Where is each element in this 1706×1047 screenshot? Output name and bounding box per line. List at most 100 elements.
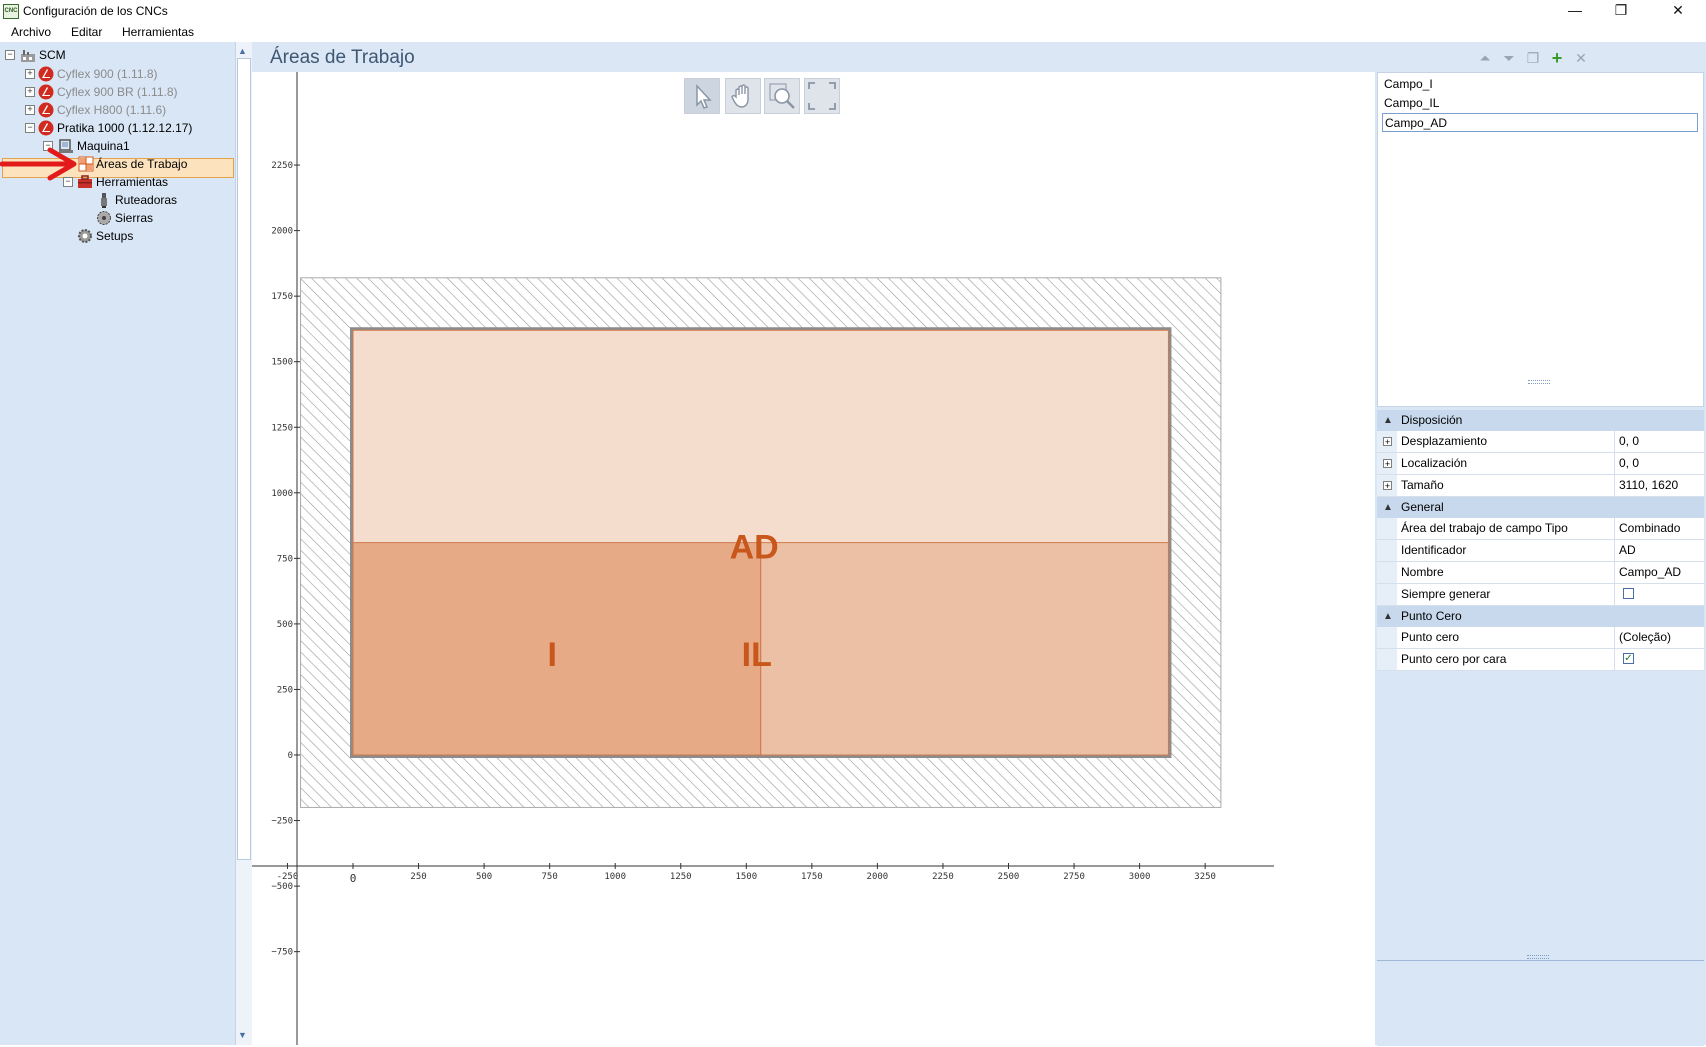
fit-view-button[interactable] bbox=[804, 78, 840, 114]
category-punto-cero[interactable]: ▲ Punto Cero bbox=[1377, 606, 1704, 627]
prop-name: Tamaño bbox=[1397, 475, 1615, 496]
expand-icon[interactable]: + bbox=[1383, 437, 1392, 447]
select-tool-button[interactable] bbox=[684, 78, 720, 114]
menu-archivo[interactable]: Archivo bbox=[11, 25, 51, 39]
expand-icon[interactable]: + bbox=[1383, 481, 1392, 491]
prop-value[interactable]: 0, 0 bbox=[1615, 453, 1706, 474]
page-title: Áreas de Trabajo bbox=[270, 47, 415, 68]
minimize-button[interactable]: — bbox=[1552, 0, 1598, 22]
collapse-arrow-icon[interactable]: ▲ bbox=[1383, 497, 1393, 518]
category-general[interactable]: ▲ General bbox=[1377, 497, 1704, 518]
tree-item-label: Cyflex H800 (1.11.6) bbox=[57, 103, 167, 117]
prop-row-nombre[interactable]: Nombre Campo_AD bbox=[1377, 562, 1704, 584]
scm-logo-icon bbox=[38, 66, 54, 82]
collapse-icon[interactable]: − bbox=[5, 50, 15, 60]
prop-row-tipo[interactable]: Área del trabajo de campo Tipo Combinado bbox=[1377, 518, 1704, 540]
x-tick-label: 2250 bbox=[932, 872, 954, 882]
scroll-down-icon[interactable]: ▼ bbox=[238, 1030, 247, 1040]
tree-panel: − SCM + Cyflex 900 (1.11.8) + Cyflex 900… bbox=[0, 42, 236, 1045]
zoom-tool-button[interactable] bbox=[764, 78, 800, 114]
property-description-area bbox=[1377, 955, 1704, 1046]
list-item-campo-i[interactable]: Campo_I bbox=[1382, 75, 1698, 94]
category-label: Disposición bbox=[1401, 413, 1463, 427]
y-tick-label: 1750 bbox=[271, 292, 293, 302]
prop-value[interactable]: (Coleção) bbox=[1615, 627, 1706, 648]
prop-value[interactable]: Campo_AD bbox=[1615, 562, 1706, 583]
prop-name: Desplazamiento bbox=[1397, 431, 1615, 452]
tree-item-label: Ruteadoras bbox=[115, 193, 178, 207]
y-tick-label: 0 bbox=[288, 751, 293, 761]
app-icon: CNC bbox=[3, 4, 19, 19]
prop-row-punto-cero-por-cara[interactable]: Punto cero por cara ✓ bbox=[1377, 649, 1704, 671]
list-item-campo-ad[interactable]: Campo_AD bbox=[1382, 113, 1698, 132]
tree-item-label: Cyflex 900 (1.11.8) bbox=[57, 67, 158, 81]
x-tick-label: 2500 bbox=[998, 872, 1020, 882]
tree-item-label: Pratika 1000 (1.12.12.17) bbox=[57, 121, 193, 135]
collapse-arrow-icon[interactable]: ▲ bbox=[1383, 606, 1393, 627]
close-button[interactable]: ✕ bbox=[1655, 0, 1701, 22]
saw-blade-icon bbox=[97, 211, 111, 225]
copy-icon[interactable]: ❐ bbox=[1524, 50, 1542, 66]
y-tick-label: −250 bbox=[271, 817, 293, 827]
prop-value[interactable]: AD bbox=[1615, 540, 1706, 561]
tree-item-label: Áreas de Trabajo bbox=[96, 157, 188, 171]
y-tick-label: −750 bbox=[271, 948, 293, 958]
category-label: General bbox=[1401, 500, 1444, 514]
prop-row-identificador[interactable]: Identificador AD bbox=[1377, 540, 1704, 562]
router-bit-icon bbox=[101, 193, 107, 208]
chart-layer: -250 0 250 500 750 1000 1250 1500 1750 2000 2250 25… bbox=[252, 72, 1274, 1045]
x-tick-label: 500 bbox=[476, 872, 492, 882]
prop-row-localizacion[interactable]: + Localización 0, 0 bbox=[1377, 453, 1704, 475]
tree-scrollbar[interactable]: ▲ ▼ bbox=[235, 42, 252, 1045]
tree-item-label: Setups bbox=[96, 229, 134, 243]
siempre-generar-checkbox[interactable] bbox=[1623, 588, 1634, 599]
add-icon[interactable]: + bbox=[1548, 49, 1566, 67]
x-tick-label: 2750 bbox=[1063, 872, 1085, 882]
menu-editar[interactable]: Editar bbox=[71, 25, 102, 39]
list-item-campo-il[interactable]: Campo_IL bbox=[1382, 94, 1698, 113]
prop-row-siempre-generar[interactable]: Siempre generar bbox=[1377, 584, 1704, 606]
collapse-icon[interactable]: − bbox=[25, 123, 35, 133]
y-tick-label: 1500 bbox=[271, 358, 293, 368]
move-up-icon[interactable]: ⏶ bbox=[1476, 50, 1494, 66]
prop-name: Punto cero bbox=[1397, 627, 1615, 648]
category-label: Punto Cero bbox=[1401, 609, 1462, 623]
y-tick-label: 500 bbox=[277, 620, 293, 630]
y-tick-label: 2000 bbox=[271, 227, 293, 237]
prop-value[interactable]: 3110, 1620 bbox=[1615, 475, 1706, 496]
prop-name: Punto cero por cara bbox=[1397, 649, 1615, 670]
field-list[interactable]: Campo_I Campo_IL Campo_AD bbox=[1377, 72, 1704, 407]
fit-icon bbox=[808, 82, 836, 110]
splitter-grip[interactable] bbox=[1527, 955, 1549, 959]
field-label-i: I bbox=[548, 636, 557, 674]
prop-value[interactable]: 0, 0 bbox=[1615, 431, 1706, 452]
tree-item-label: SCM bbox=[39, 48, 66, 62]
x-tick-label: 2000 bbox=[867, 872, 889, 882]
category-disposicion[interactable]: ▲ Disposición bbox=[1377, 410, 1704, 431]
x-tick-label: 3250 bbox=[1194, 872, 1216, 882]
punto-cero-por-cara-checkbox[interactable]: ✓ bbox=[1623, 653, 1634, 664]
prop-row-desplazamiento[interactable]: + Desplazamiento 0, 0 bbox=[1377, 431, 1704, 453]
expand-icon[interactable]: + bbox=[25, 105, 35, 115]
prop-value[interactable]: Combinado bbox=[1615, 518, 1706, 539]
splitter-grip[interactable] bbox=[1528, 380, 1550, 384]
menu-herramientas[interactable]: Herramientas bbox=[122, 25, 194, 39]
x-tick-label: 750 bbox=[542, 872, 558, 882]
scrollbar-thumb[interactable] bbox=[237, 58, 251, 860]
workspace-canvas[interactable]: -250 0 250 500 750 1000 1250 1500 1750 2000 2250 25… bbox=[252, 72, 1374, 1045]
pan-tool-button[interactable] bbox=[725, 78, 761, 114]
expand-icon[interactable]: + bbox=[25, 87, 35, 97]
restore-button[interactable]: ❐ bbox=[1598, 0, 1644, 22]
scroll-up-icon[interactable]: ▲ bbox=[238, 46, 247, 56]
x-tick-label: 1250 bbox=[670, 872, 692, 882]
x-tick-label: 1500 bbox=[735, 872, 757, 882]
collapse-arrow-icon[interactable]: ▲ bbox=[1383, 410, 1393, 431]
move-down-icon[interactable]: ⏷ bbox=[1500, 50, 1518, 66]
prop-name: Nombre bbox=[1397, 562, 1615, 583]
expand-icon[interactable]: + bbox=[25, 69, 35, 79]
delete-icon[interactable]: ✕ bbox=[1572, 50, 1590, 66]
expand-icon[interactable]: + bbox=[1383, 459, 1392, 469]
prop-row-tamano[interactable]: + Tamaño 3110, 1620 bbox=[1377, 475, 1704, 497]
x-tick-label: 0 bbox=[350, 872, 357, 885]
prop-row-punto-cero[interactable]: Punto cero (Coleção) bbox=[1377, 627, 1704, 649]
